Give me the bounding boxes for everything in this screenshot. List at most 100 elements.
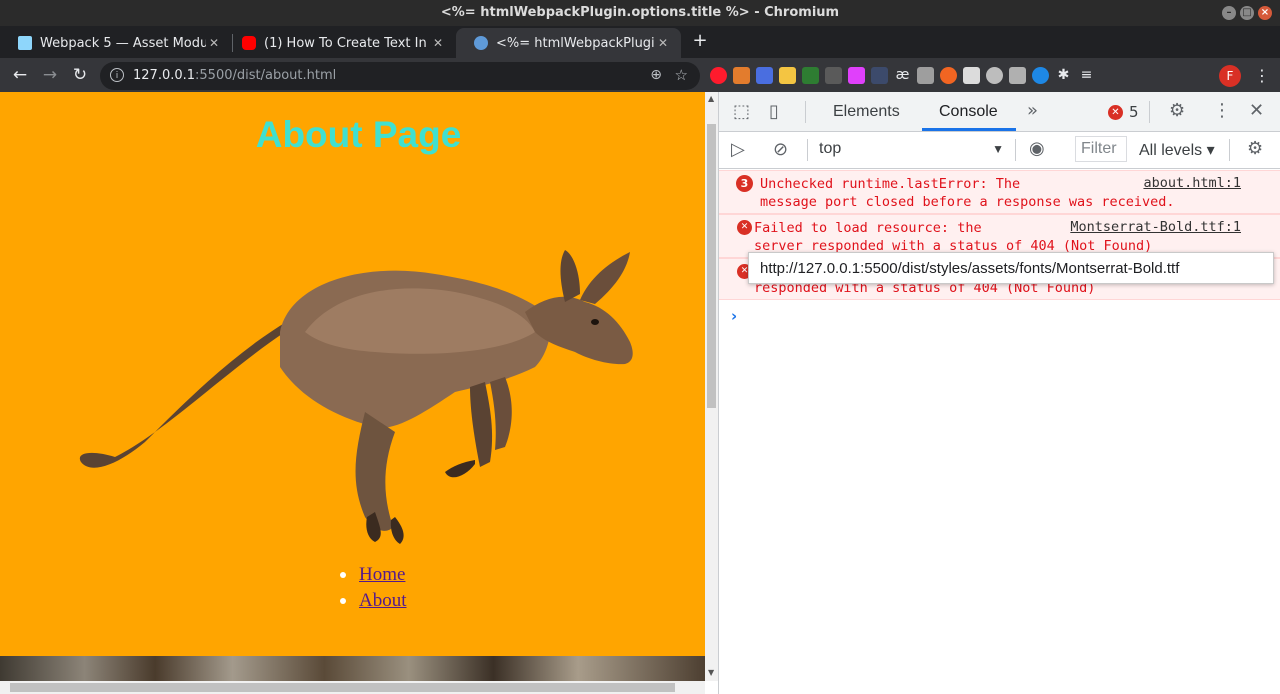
close-icon[interactable]: ✕ bbox=[655, 36, 671, 50]
tab-console[interactable]: Console bbox=[939, 103, 998, 121]
window-title-bar: <%= htmlWebpackPlugin.options.title %> -… bbox=[0, 0, 1280, 26]
page-viewport: About Page Home About bbox=[0, 92, 705, 681]
page-title: About Page bbox=[255, 114, 462, 155]
opera-extension-icon[interactable] bbox=[710, 67, 727, 84]
home-link[interactable]: Home bbox=[359, 564, 405, 585]
scroll-up-icon[interactable]: ▲ bbox=[708, 94, 714, 103]
reload-icon[interactable]: ↻ bbox=[68, 63, 92, 87]
bookmark-star-icon[interactable]: ☆ bbox=[675, 66, 688, 84]
console-prompt-icon[interactable]: › bbox=[731, 307, 737, 325]
devtools-panel: ⬚ ▯ Elements Console » ✕ 5 ⚙ ⋮ ✕ ▷ ⊘ top… bbox=[718, 92, 1280, 694]
zoom-icon[interactable]: ⊕ bbox=[650, 67, 662, 83]
more-tabs-icon[interactable]: » bbox=[1027, 100, 1038, 121]
tab-webpack[interactable]: Webpack 5 — Asset Modu ✕ bbox=[0, 28, 232, 58]
context-value: top bbox=[819, 140, 842, 157]
live-expression-eye-icon[interactable]: ◉ bbox=[1029, 138, 1045, 159]
device-toolbar-icon[interactable]: ▯ bbox=[769, 101, 779, 122]
tab-active-page[interactable]: <%= htmlWebpackPlugin. ✕ bbox=[456, 28, 681, 58]
profile-avatar[interactable]: F bbox=[1219, 65, 1241, 87]
extension-icon[interactable] bbox=[917, 67, 934, 84]
divider bbox=[805, 101, 806, 123]
active-tab-indicator bbox=[922, 128, 1016, 131]
address-bar[interactable]: i 127.0.0.1:5500/dist/about.html ⊕ ☆ bbox=[100, 62, 700, 90]
clear-console-icon[interactable]: ⊘ bbox=[773, 139, 788, 160]
divider bbox=[1229, 139, 1230, 161]
error-icon: ✕ bbox=[1108, 104, 1123, 120]
globe-favicon-icon bbox=[474, 36, 488, 50]
close-icon[interactable]: ✕ bbox=[430, 36, 446, 50]
eyedropper-extension-icon[interactable] bbox=[825, 67, 842, 84]
message-source-link[interactable]: about.html:1 bbox=[1143, 175, 1241, 191]
message-count-badge: 3 bbox=[736, 175, 753, 192]
tab-label: (1) How To Create Text In bbox=[264, 35, 427, 51]
ae-extension-icon[interactable]: æ bbox=[894, 67, 911, 84]
console-message[interactable]: 3 Unchecked runtime.lastError: The messa… bbox=[719, 170, 1280, 214]
extension-icon[interactable] bbox=[848, 67, 865, 84]
sidebar-toggle-icon[interactable]: ▷ bbox=[731, 139, 745, 160]
error-count: 5 bbox=[1129, 103, 1139, 121]
extension-icon[interactable] bbox=[871, 67, 888, 84]
window-controls: – □ × bbox=[1222, 6, 1272, 20]
close-icon[interactable]: ✕ bbox=[206, 36, 222, 50]
divider bbox=[1015, 139, 1016, 161]
media-queue-icon[interactable]: ≡ bbox=[1078, 67, 1095, 84]
tab-elements[interactable]: Elements bbox=[833, 103, 900, 121]
chevron-down-icon: ▼ bbox=[992, 142, 1004, 156]
forward-arrow-icon[interactable]: → bbox=[38, 63, 62, 87]
levels-value: All levels bbox=[1139, 142, 1203, 159]
maximize-button[interactable]: □ bbox=[1240, 6, 1254, 20]
browser-toolbar: ← → ↻ i 127.0.0.1:5500/dist/about.html ⊕… bbox=[0, 58, 1280, 92]
list-item: Home bbox=[340, 562, 407, 588]
log-levels-dropdown[interactable]: All levels ▾ bbox=[1139, 140, 1215, 160]
extension-icon[interactable] bbox=[756, 67, 773, 84]
divider bbox=[807, 139, 808, 161]
extension-icon[interactable] bbox=[1032, 67, 1049, 84]
url-path: :5500/dist/about.html bbox=[195, 68, 337, 83]
list-item: About bbox=[340, 588, 407, 614]
tab-label: <%= htmlWebpackPlugin. bbox=[496, 35, 655, 51]
devtools-tab-bar: ⬚ ▯ Elements Console » ✕ 5 ⚙ ⋮ ✕ bbox=[719, 92, 1280, 132]
extension-icon[interactable] bbox=[986, 67, 1003, 84]
tab-strip: Webpack 5 — Asset Modu ✕ (1) How To Crea… bbox=[0, 26, 1280, 58]
back-arrow-icon[interactable]: ← bbox=[8, 63, 32, 87]
message-source-link[interactable]: Montserrat-Bold.ttf:1 bbox=[1070, 219, 1241, 235]
message-text: Unchecked runtime.lastError: The message… bbox=[760, 176, 1175, 210]
browser-menu-icon[interactable]: ⋮ bbox=[1254, 66, 1270, 85]
minimize-button[interactable]: – bbox=[1222, 6, 1236, 20]
puzzle-icon[interactable]: ✱ bbox=[1055, 67, 1072, 84]
about-link[interactable]: About bbox=[359, 590, 407, 611]
scrollbar-thumb[interactable] bbox=[10, 683, 675, 692]
scroll-down-icon[interactable]: ▼ bbox=[708, 668, 714, 677]
extension-icon[interactable] bbox=[802, 67, 819, 84]
error-counter[interactable]: ✕ 5 bbox=[1108, 103, 1139, 121]
error-icon: ✕ bbox=[737, 220, 752, 235]
webpack-favicon-icon bbox=[18, 36, 32, 50]
url-text[interactable]: 127.0.0.1:5500/dist/about.html bbox=[133, 68, 336, 83]
kangaroo-image bbox=[79, 250, 633, 544]
extensions-row: æ ✱ ≡ bbox=[710, 67, 1095, 84]
close-devtools-icon[interactable]: ✕ bbox=[1249, 100, 1264, 121]
site-info-icon[interactable]: i bbox=[110, 68, 124, 82]
new-tab-button[interactable]: + bbox=[690, 30, 710, 51]
cube-extension-icon[interactable] bbox=[1009, 67, 1026, 84]
tab-youtube[interactable]: (1) How To Create Text In ✕ bbox=[224, 28, 456, 58]
extension-icon[interactable] bbox=[963, 67, 980, 84]
youtube-favicon-icon bbox=[242, 36, 256, 50]
console-settings-gear-icon[interactable]: ⚙ bbox=[1247, 138, 1263, 159]
footer-photo bbox=[0, 656, 705, 681]
inspect-element-icon[interactable]: ⬚ bbox=[733, 101, 750, 122]
page-horizontal-scrollbar[interactable] bbox=[0, 681, 705, 694]
page-vertical-scrollbar[interactable]: ▲ ▼ bbox=[705, 92, 718, 681]
extension-icon[interactable] bbox=[940, 67, 957, 84]
scrollbar-thumb[interactable] bbox=[707, 124, 716, 408]
url-tooltip: http://127.0.0.1:5500/dist/styles/assets… bbox=[748, 252, 1274, 284]
filter-input[interactable]: Filter bbox=[1075, 136, 1127, 162]
nav-list: Home About bbox=[340, 562, 407, 614]
context-selector[interactable]: top ▼ bbox=[819, 140, 1004, 158]
settings-gear-icon[interactable]: ⚙ bbox=[1169, 100, 1185, 121]
extension-icon[interactable] bbox=[779, 67, 796, 84]
kebab-menu-icon[interactable]: ⋮ bbox=[1213, 100, 1231, 121]
tab-label: Webpack 5 — Asset Modu bbox=[40, 35, 206, 51]
extension-icon[interactable] bbox=[733, 67, 750, 84]
close-window-button[interactable]: × bbox=[1258, 6, 1272, 20]
